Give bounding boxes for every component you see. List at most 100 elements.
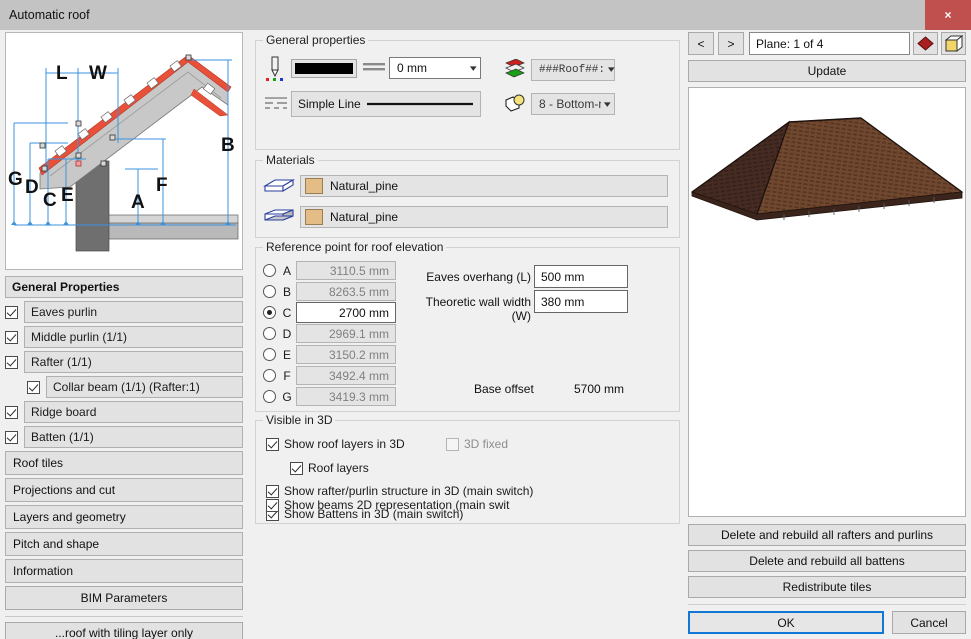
general-properties-section-header: General Properties xyxy=(5,276,243,298)
checkbox-ridge-board[interactable] xyxy=(5,405,18,419)
checkbox-roof-layers[interactable] xyxy=(290,461,303,475)
checkbox-eaves-purlin[interactable] xyxy=(5,305,18,319)
nav-item-roof-tiles[interactable]: Roof tiles xyxy=(5,451,243,475)
svg-text:C: C xyxy=(43,190,57,211)
pen-display-combo[interactable]: 8 - Bottom-mo ▾ xyxy=(531,93,615,115)
checkbox-show-roof-layers[interactable] xyxy=(266,437,279,451)
reference-value-d: 2969.1 mm xyxy=(296,324,396,343)
chevron-down-icon: ▾ xyxy=(470,62,478,73)
tree-item-middle-purlin[interactable]: Middle purlin (1/1) xyxy=(5,326,243,348)
checkbox-show-beams-2d[interactable] xyxy=(266,498,279,512)
delete-rebuild-rafters-button[interactable]: Delete and rebuild all rafters and purli… xyxy=(688,524,966,546)
line-thickness-combo[interactable]: 0 mm ▾ xyxy=(389,57,481,79)
nav-item-information[interactable]: Information xyxy=(5,559,243,583)
red-diamond-button[interactable] xyxy=(913,32,938,55)
yellow-cube-icon xyxy=(944,34,963,52)
line-type-value: Simple Line xyxy=(298,97,361,111)
radio-d[interactable] xyxy=(263,327,276,340)
line-type-field[interactable]: Simple Line xyxy=(291,91,481,117)
material-swatch xyxy=(305,178,323,194)
layers-icon xyxy=(504,58,526,82)
tree-item-ridge-board[interactable]: Ridge board xyxy=(5,401,243,423)
roof-3d-preview[interactable] xyxy=(688,87,966,517)
reference-value-b: 8263.5 mm xyxy=(296,282,396,301)
reference-point-legend: Reference point for roof elevation xyxy=(263,240,447,254)
show-roof-layers-row[interactable]: Show roof layers in 3D xyxy=(266,437,405,451)
theoretic-wall-width-label: Theoretic wall width (W) xyxy=(425,295,531,323)
nav-item-projections-and-cut[interactable]: Projections and cut xyxy=(5,478,243,502)
reference-value-c[interactable]: 2700 mm xyxy=(296,302,396,323)
tree-item-eaves-purlin[interactable]: Eaves purlin xyxy=(5,301,243,323)
tree-item-label: Ridge board xyxy=(24,401,243,423)
right-divider xyxy=(688,604,966,605)
three-d-fixed-label: 3D fixed xyxy=(464,437,509,451)
svg-text:W: W xyxy=(89,63,107,84)
reference-row-b[interactable]: B 8263.5 mm xyxy=(263,282,396,301)
nav-item-pitch-and-shape[interactable]: Pitch and shape xyxy=(5,532,243,556)
three-d-fixed-row: 3D fixed xyxy=(446,437,508,451)
general-properties-group: General properties 0 mm ▾ Simple Line ##… xyxy=(255,33,680,150)
roof-3d-drawing xyxy=(689,88,965,516)
radio-a[interactable] xyxy=(263,264,276,277)
roof-with-tiling-layer-only-button[interactable]: ...roof with tiling layer only xyxy=(5,622,243,639)
theoretic-wall-width-input[interactable]: 380 mm xyxy=(534,290,628,313)
reference-row-d[interactable]: D 2969.1 mm xyxy=(263,324,396,343)
roof-layers-label: Roof layers xyxy=(308,461,369,475)
radio-e[interactable] xyxy=(263,348,276,361)
radio-c[interactable] xyxy=(263,306,276,319)
general-properties-label: General Properties xyxy=(12,280,120,294)
radio-g[interactable] xyxy=(263,390,276,403)
ok-button[interactable]: OK xyxy=(688,611,884,634)
roof-cross-section-preview: L W B G D C E A F xyxy=(5,32,243,270)
pen-display-value: 8 - Bottom-mo xyxy=(539,97,601,111)
roof-layers-row[interactable]: Roof layers xyxy=(290,461,369,475)
redistribute-tiles-button[interactable]: Redistribute tiles xyxy=(688,576,966,598)
reference-row-c[interactable]: C 2700 mm xyxy=(263,302,396,323)
reference-row-e[interactable]: E 3150.2 mm xyxy=(263,345,396,364)
cancel-button[interactable]: Cancel xyxy=(892,611,966,634)
checkbox-middle-purlin[interactable] xyxy=(5,330,18,344)
svg-text:G: G xyxy=(8,169,23,190)
update-button[interactable]: Update xyxy=(688,60,966,82)
eaves-overhang-input[interactable]: 500 mm xyxy=(534,265,628,288)
show-beams-2d-row[interactable]: Show beams 2D representation (main swit xyxy=(266,498,509,512)
delete-rebuild-battens-button[interactable]: Delete and rebuild all battens xyxy=(688,550,966,572)
tree-item-batten[interactable]: Batten (1/1) xyxy=(5,426,243,448)
red-diamond-icon xyxy=(917,36,934,51)
reference-value-a: 3110.5 mm xyxy=(296,261,396,280)
tree-item-label: Eaves purlin xyxy=(24,301,243,323)
tree-item-rafter[interactable]: Rafter (1/1) xyxy=(5,351,243,373)
checkbox-batten[interactable] xyxy=(5,430,18,444)
material-bottom-field[interactable]: Natural_pine xyxy=(300,206,668,228)
checkbox-show-rafter-purlin[interactable] xyxy=(266,484,279,498)
radio-f[interactable] xyxy=(263,369,276,382)
reference-row-g[interactable]: G 3419.3 mm xyxy=(263,387,396,406)
pen-color-swatch[interactable] xyxy=(291,59,357,78)
materials-group: Materials Natural_pine Natural_pine xyxy=(255,153,680,238)
yellow-cube-button[interactable] xyxy=(941,32,966,55)
tree-item-collar-beam[interactable]: Collar beam (1/1) (Rafter:1) xyxy=(5,376,243,398)
radio-b[interactable] xyxy=(263,285,276,298)
nav-item-layers-and-geometry[interactable]: Layers and geometry xyxy=(5,505,243,529)
close-button[interactable]: × xyxy=(925,0,971,30)
left-panel: L W B G D C E A F General Properties Eav… xyxy=(5,32,243,639)
reference-row-a[interactable]: A 3110.5 mm xyxy=(263,261,396,280)
line-thickness-value: 0 mm xyxy=(397,61,427,75)
checkbox-rafter[interactable] xyxy=(5,355,18,369)
reference-row-id: A xyxy=(282,263,291,278)
svg-text:E: E xyxy=(61,185,74,206)
bim-parameters-button[interactable]: BIM Parameters xyxy=(5,586,243,610)
cross-section-drawing: L W B G D C E A F xyxy=(6,33,242,269)
close-icon: × xyxy=(944,8,952,22)
pen-color-fill xyxy=(295,63,353,74)
window-title: Automatic roof xyxy=(9,8,90,22)
svg-text:L: L xyxy=(56,63,68,84)
next-plane-button[interactable]: > xyxy=(718,32,744,55)
layer-combo[interactable]: ###Roof##: ▾ xyxy=(531,59,615,81)
reference-row-f[interactable]: F 3492.4 mm xyxy=(263,366,396,385)
material-bottom-value: Natural_pine xyxy=(330,210,399,224)
material-top-field[interactable]: Natural_pine xyxy=(300,175,668,197)
show-rafter-row[interactable]: Show rafter/purlin structure in 3D (main… xyxy=(266,484,533,498)
checkbox-collar-beam[interactable] xyxy=(27,380,40,394)
previous-plane-button[interactable]: < xyxy=(688,32,714,55)
